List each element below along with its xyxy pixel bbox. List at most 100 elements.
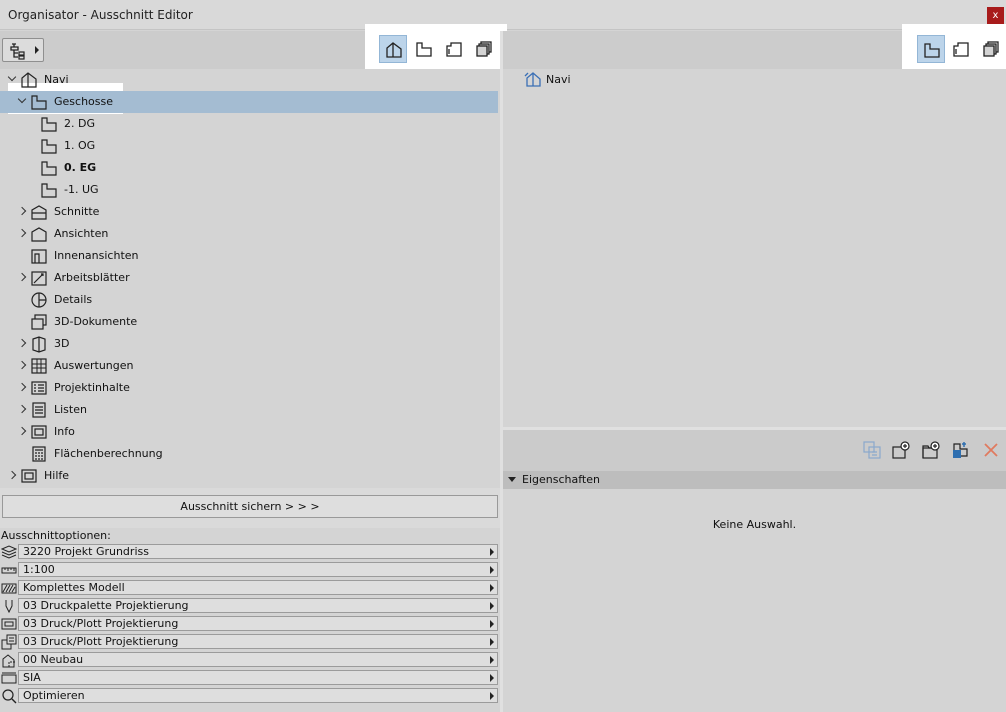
story-icon [416,42,432,57]
3d-icon [32,336,46,353]
chevron-right-icon [490,656,494,664]
view-option-row[interactable]: 3220 Projekt Grundriss [0,543,500,561]
tree-item-label: 2. DG [64,117,95,130]
project-index-icon [31,381,47,395]
view-option-dropdown[interactable]: 03 Druck/Plott Projektierung [18,634,498,649]
chevron-right-icon [490,638,494,646]
new-folder-button[interactable] [921,440,941,460]
chevron-right-icon[interactable] [17,206,27,216]
tree-item-label: Flächenberechnung [54,447,163,460]
right-layout-book-button[interactable] [947,35,975,63]
view-option-dropdown[interactable]: Optimieren [18,688,498,703]
tree-item[interactable]: Schnitte [0,201,498,223]
chevron-right-icon[interactable] [7,470,17,480]
publisher-icon [476,41,492,57]
tree-item[interactable]: Innenansichten [0,245,498,267]
new-view-button[interactable] [891,440,911,460]
tree-item[interactable]: 3D-Dokumente [0,311,498,333]
clone-icon [863,441,881,459]
detail-icon [31,292,47,308]
view-option-row[interactable]: SIA [0,669,500,687]
view-option-row[interactable]: 03 Druckpalette Projektierung [0,597,500,615]
view-option-dropdown[interactable]: 03 Druckpalette Projektierung [18,598,498,613]
chevron-right-icon [490,566,494,574]
delete-icon [984,443,998,457]
tree-item[interactable]: Ansichten [0,223,498,245]
tree-item[interactable]: Hilfe [0,465,498,487]
tree-item-label: Auswertungen [54,359,134,372]
chevron-right-icon[interactable] [17,426,27,436]
chevron-right-icon[interactable] [17,338,27,348]
tree-item[interactable]: Projektinhalte [0,377,498,399]
story-icon [41,117,57,132]
tree-item[interactable]: Arbeitsblätter [0,267,498,289]
info-icon [31,425,47,439]
view-option-row[interactable]: Optimieren [0,687,500,705]
clone-folder-button[interactable] [862,440,882,460]
schedule-icon [31,358,47,374]
tree-item[interactable]: 2. DG [0,113,498,135]
tree-item-label: Listen [54,403,87,416]
tree-item-label: Schnitte [54,205,100,218]
tree-item-label: Arbeitsblätter [54,271,130,284]
no-selection-text: Keine Auswahl. [712,518,797,531]
properties-header[interactable]: Eigenschaften [503,471,1006,489]
view-option-dropdown[interactable]: 00 Neubau [18,652,498,667]
right-view-map-button[interactable] [917,35,945,63]
tree-item[interactable]: Info [0,421,498,443]
view-settings-button[interactable] [951,440,971,460]
tree-item[interactable]: Flächenberechnung [0,443,498,465]
tree-item[interactable]: Details [0,289,498,311]
close-button[interactable]: x [987,7,1004,24]
dimension-icon [1,672,17,684]
tree-item-label: Innenansichten [54,249,139,262]
scale-icon [1,567,17,574]
view-option-row[interactable]: Komplettes Modell [0,579,500,597]
model-view-options-icon [1,618,17,630]
chevron-right-icon[interactable] [17,360,27,370]
publisher-sets-button[interactable] [470,35,498,63]
navi-icon [386,42,402,58]
view-option-dropdown[interactable]: Komplettes Modell [18,580,498,595]
view-option-value: 03 Druckpalette Projektierung [23,599,189,612]
tree-item-label: Navi [44,73,69,86]
chevron-right-icon[interactable] [17,272,27,282]
tree-item[interactable]: Geschosse [0,91,498,113]
tree-item[interactable]: Listen [0,399,498,421]
tree-mode-dropdown[interactable] [2,38,44,62]
chevron-down-icon[interactable] [17,94,27,104]
view-option-value: 03 Druck/Plott Projektierung [23,635,179,648]
view-option-value: SIA [23,671,41,684]
chevron-right-icon[interactable] [17,404,27,414]
view-option-row[interactable]: 03 Druck/Plott Projektierung [0,615,500,633]
chevron-right-icon[interactable] [17,382,27,392]
tree-item[interactable]: -1. UG [0,179,498,201]
view-option-dropdown[interactable]: 1:100 [18,562,498,577]
chevron-right-icon [490,692,494,700]
tree-item[interactable]: 0. EG [0,157,498,179]
graphic-override-icon [1,634,17,650]
tree-item-label: Projektinhalte [54,381,130,394]
chevron-right-icon [490,602,494,610]
right-publisher-sets-button[interactable] [977,35,1005,63]
tree-item[interactable]: 1. OG [0,135,498,157]
chevron-down-icon[interactable] [7,72,17,82]
navi-icon [524,72,541,87]
view-option-dropdown[interactable]: 03 Druck/Plott Projektierung [18,616,498,631]
tree-item[interactable]: Auswertungen [0,355,498,377]
tree-item[interactable]: 3D [0,333,498,355]
view-option-row[interactable]: 03 Druck/Plott Projektierung [0,633,500,651]
view-map-button[interactable] [410,35,438,63]
view-option-row[interactable]: 00 Neubau [0,651,500,669]
chevron-right-icon[interactable] [17,228,27,238]
chevron-right-icon [490,674,494,682]
view-option-dropdown[interactable]: 3220 Projekt Grundriss [18,544,498,559]
view-option-row[interactable]: 1:100 [0,561,500,579]
layout-book-button[interactable] [440,35,468,63]
tree-item[interactable]: Navi [0,69,498,91]
tree-item-label: Info [54,425,75,438]
view-option-dropdown[interactable]: SIA [18,670,498,685]
delete-button[interactable] [981,440,1001,460]
project-map-button[interactable] [379,35,407,63]
save-view-button[interactable]: Ausschnitt sichern > > > [2,495,498,518]
